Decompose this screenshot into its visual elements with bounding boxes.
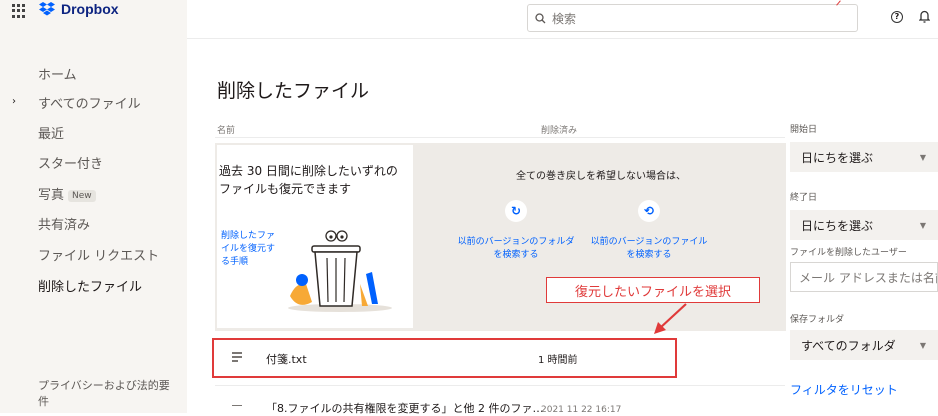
sidebar-item-starred[interactable]: スター付き: [38, 153, 103, 172]
help-icon[interactable]: ?: [891, 11, 903, 23]
sidebar-item-recent[interactable]: 最近: [38, 123, 64, 142]
sidebar-item-shared[interactable]: 共有済み: [38, 214, 90, 233]
search-folder-version-link[interactable]: 以前のバージョンのフォルダを検索する: [456, 236, 576, 262]
banner-message: 全ての巻き戻しを希望しない場合は、: [516, 171, 686, 182]
end-date-value: 日にちを選ぶ: [801, 218, 874, 233]
bell-icon[interactable]: [919, 10, 930, 23]
restore-guide-link[interactable]: 削除したファイルを復元する手順: [221, 230, 279, 269]
app-grid-icon[interactable]: [12, 4, 26, 18]
header-row-divider: [215, 137, 785, 138]
search-icon: [535, 12, 546, 23]
row-divider: [215, 385, 785, 386]
annotation-arrow-icon: [654, 303, 687, 334]
reset-filters-link[interactable]: フィルタをリセット: [790, 381, 898, 398]
dropbox-logo[interactable]: Dropbox: [38, 1, 119, 17]
search-file-version-link[interactable]: 以前のバージョンのファイルを検索する: [589, 236, 709, 262]
privacy-link[interactable]: プライバシーおよび法的要件: [38, 378, 178, 410]
deleted-time: 1 時間前: [538, 355, 578, 366]
header-divider: [187, 38, 938, 39]
deleted-by-input[interactable]: メール アドレスまたは名前: [790, 262, 938, 292]
file-name[interactable]: 付箋.txt: [266, 351, 307, 367]
end-date-select[interactable]: 日にちを選ぶ ▼: [790, 210, 938, 240]
start-date-select[interactable]: 日にちを選ぶ ▼: [790, 142, 938, 172]
page-title: 削除したファイル: [217, 80, 370, 102]
text-file-icon: [232, 352, 242, 364]
start-date-value: 日にちを選ぶ: [801, 150, 874, 165]
sidebar: [0, 0, 187, 413]
file-history-icon[interactable]: ⟲: [638, 200, 660, 222]
caret-down-icon: ▼: [919, 340, 926, 350]
sidebar-item-label: 写真: [38, 188, 65, 203]
sidebar-item-deleted-files[interactable]: 削除したファイル: [38, 276, 142, 295]
deleted-by-label: ファイルを削除したユーザー: [790, 248, 907, 258]
file-name[interactable]: 「8.ファイルの共有権限を変更する」と他 2 件のファ…: [266, 400, 544, 416]
column-header-deleted[interactable]: 削除済み: [541, 123, 577, 136]
chevron-right-icon[interactable]: ›: [12, 96, 16, 107]
info-card-text: 過去 30 日間に削除したいずれのファイルも復元できます: [219, 164, 398, 196]
end-date-label: 終了日: [790, 193, 818, 203]
deleted-time: 2021 11 22 16:17: [541, 405, 622, 415]
dropbox-box-icon: [39, 1, 55, 15]
folder-select[interactable]: すべてのフォルダ ▼: [790, 330, 938, 360]
folder-label: 保存フォルダ: [790, 315, 845, 325]
caret-down-icon: ▼: [919, 152, 926, 162]
start-date-label: 開始日: [790, 125, 818, 135]
column-header-name[interactable]: 名前: [217, 123, 235, 136]
annotation-callout: 復元したいファイルを選択: [546, 277, 760, 303]
sidebar-item-photos[interactable]: 写真 New: [38, 184, 96, 203]
folder-value: すべてのフォルダ: [801, 338, 896, 353]
search-placeholder: 検索: [552, 11, 577, 26]
sidebar-item-file-requests[interactable]: ファイル リクエスト: [38, 245, 159, 264]
brand-name: Dropbox: [61, 1, 119, 17]
trash-can-illustration: [288, 230, 392, 312]
sidebar-item-all-files[interactable]: すべてのファイル: [38, 93, 141, 112]
search-input[interactable]: 検索: [527, 4, 858, 32]
caret-down-icon: ▼: [919, 220, 926, 230]
sidebar-item-home[interactable]: ホーム: [38, 64, 77, 83]
new-badge: New: [68, 189, 96, 202]
folder-restore-icon[interactable]: ↻: [505, 200, 527, 222]
